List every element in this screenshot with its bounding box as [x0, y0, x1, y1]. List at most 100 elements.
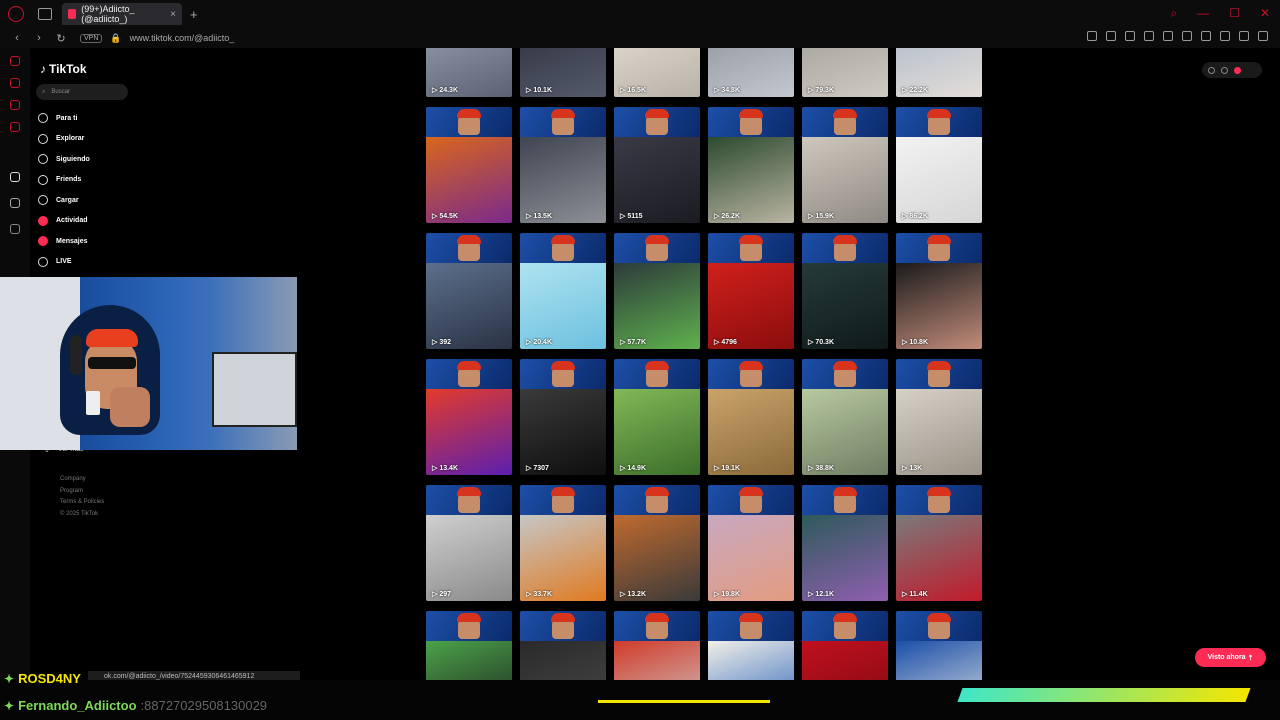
video-thumbnail[interactable]: ▷ 12.1K	[802, 485, 888, 601]
maximize-icon[interactable]: ☐	[1229, 6, 1240, 21]
chat-badge-icon: ✦	[4, 671, 15, 686]
wallet-icon[interactable]	[1220, 31, 1230, 41]
view-count: ▷ 15.9K	[808, 213, 835, 220]
search-input[interactable]: ⌕ Buscar	[36, 84, 128, 100]
forward-icon[interactable]: ›	[34, 32, 44, 44]
device-icon[interactable]	[1221, 66, 1228, 74]
footer-link-program[interactable]: Program	[60, 486, 104, 498]
tiktok-rail-icon[interactable]	[10, 172, 20, 182]
video-thumbnail[interactable]: ▷ 16.5K	[614, 48, 700, 97]
tab-manager-icon[interactable]	[38, 8, 52, 20]
video-thumbnail[interactable]: ▷ 57.7K	[614, 233, 700, 349]
video-thumbnail[interactable]: ▷ 20.4K	[520, 233, 606, 349]
sidebar-item-actividad[interactable]: Actividad	[38, 211, 90, 232]
video-thumbnail[interactable]	[708, 611, 794, 688]
video-thumbnail[interactable]: ▷ 86.2K	[896, 107, 982, 223]
tab-close-icon[interactable]: ×	[170, 9, 176, 20]
footer-link-terms[interactable]: Terms & Policies	[60, 497, 104, 509]
minimize-icon[interactable]: —	[1197, 6, 1209, 21]
settings-icon[interactable]	[1208, 66, 1215, 74]
messenger-icon[interactable]	[10, 78, 20, 88]
video-thumbnail[interactable]: ▷ 54.5K	[426, 107, 512, 223]
video-thumbnail[interactable]: ▷ 297	[426, 485, 512, 601]
video-thumbnail[interactable]: ▷ 19.1K	[708, 359, 794, 475]
video-thumbnail[interactable]	[896, 611, 982, 688]
sidebar-item-siguiendo[interactable]: Siguiendo	[38, 149, 90, 170]
zoom-icon[interactable]	[1087, 31, 1097, 41]
thumbnail-streamer-hair	[833, 487, 857, 496]
video-thumbnail[interactable]	[614, 611, 700, 688]
sidebar-item-friends[interactable]: Friends	[38, 170, 90, 191]
key-icon[interactable]	[1106, 31, 1116, 41]
video-thumbnail[interactable]: ▷ 10.8K	[896, 233, 982, 349]
thumbnail-streamer-hair	[927, 487, 951, 496]
video-thumbnail[interactable]: ▷ 10.1K	[520, 48, 606, 97]
download-icon[interactable]	[1239, 31, 1249, 41]
sidebar-item-label: Siguiendo	[56, 155, 90, 163]
video-thumbnail[interactable]: ▷ 13.4K	[426, 359, 512, 475]
opera-logo-icon[interactable]	[8, 6, 24, 22]
video-thumbnail[interactable]: ▷ 79.3K	[802, 48, 888, 97]
tiktok-logo[interactable]: ♪ TikTok	[40, 62, 87, 76]
mail-icon[interactable]	[10, 122, 20, 132]
video-thumbnail[interactable]: ▷ 22.2K	[896, 48, 982, 97]
sidebar-item-explorar[interactable]: Explorar	[38, 129, 90, 150]
video-thumbnail[interactable]	[520, 611, 606, 688]
view-count: ▷ 392	[432, 339, 452, 346]
view-count: ▷ 19.1K	[714, 465, 741, 472]
play-icon[interactable]	[1182, 31, 1192, 41]
thumbnail-streamer-hair	[739, 487, 763, 496]
sidebar-item-live[interactable]: LIVE	[38, 252, 90, 273]
translate-icon[interactable]	[1163, 31, 1173, 41]
video-thumbnail[interactable]: ▷ 5115	[614, 107, 700, 223]
vpn-badge[interactable]: VPN	[80, 33, 103, 43]
video-thumbnail[interactable]: ▷ 19.8K	[708, 485, 794, 601]
video-thumbnail[interactable]: ▷ 14.9K	[614, 359, 700, 475]
video-thumbnail[interactable]: ▷ 392	[426, 233, 512, 349]
tiktok-note-icon: ♪	[40, 62, 46, 76]
thumbnail-streamer-hair	[833, 613, 857, 622]
screenshot-icon[interactable]	[1125, 31, 1135, 41]
x-icon[interactable]	[10, 198, 20, 208]
close-icon[interactable]: ✕	[1260, 6, 1270, 21]
more-rail-icon[interactable]	[10, 224, 20, 234]
footer-link-company[interactable]: Company	[60, 474, 104, 486]
video-thumbnail[interactable]: ▷ 11.4K	[896, 485, 982, 601]
video-thumbnail[interactable]: ▷ 13K	[896, 359, 982, 475]
chat-line: ✦ ROSD4NY	[4, 671, 81, 686]
sidebar-item-mensajes[interactable]: Mensajes	[38, 231, 90, 252]
avatar[interactable]	[1234, 66, 1241, 74]
video-thumbnail[interactable]: ▷ 38.8K	[802, 359, 888, 475]
thumbnail-scene	[896, 515, 982, 601]
visto-ahora-button[interactable]: Visto ahora ⇡	[1195, 648, 1266, 667]
heart-icon[interactable]	[1201, 31, 1211, 41]
sidebar-item-para-ti[interactable]: Para ti	[38, 108, 90, 129]
menu-icon[interactable]	[1258, 31, 1268, 41]
thumbnail-scene	[426, 263, 512, 349]
video-thumbnail[interactable]: ▷ 7307	[520, 359, 606, 475]
shield-icon[interactable]	[1144, 31, 1154, 41]
sidebar-item-cargar[interactable]: Cargar	[38, 190, 90, 211]
search-icon[interactable]: ⌕	[1170, 6, 1177, 21]
video-thumbnail[interactable]: ▷ 26.2K	[708, 107, 794, 223]
video-thumbnail[interactable]: ▷ 24.3K	[426, 48, 512, 97]
video-thumbnail[interactable]: ▷ 70.3K	[802, 233, 888, 349]
back-icon[interactable]: ‹	[12, 32, 22, 44]
video-thumbnail[interactable]: ▷ 34.8K	[708, 48, 794, 97]
browser-tabbar: (99+)Adiicto_ (@adiicto_) × + ⌕ — ☐ ✕	[0, 0, 1280, 28]
video-thumbnail[interactable]	[802, 611, 888, 688]
video-thumbnail[interactable]: ▷ 4796	[708, 233, 794, 349]
aria-icon[interactable]	[10, 56, 20, 66]
url-field[interactable]: www.tiktok.com/@adiicto_	[130, 33, 235, 43]
video-thumbnail[interactable]: ▷ 13.2K	[614, 485, 700, 601]
video-thumbnail[interactable]: ▷ 13.5K	[520, 107, 606, 223]
new-tab-icon[interactable]: +	[190, 7, 198, 22]
video-thumbnail[interactable]	[426, 611, 512, 688]
player-icon[interactable]	[10, 100, 20, 110]
browser-tab[interactable]: (99+)Adiicto_ (@adiicto_) ×	[62, 3, 182, 25]
view-count: ▷ 70.3K	[808, 339, 835, 346]
live-icon	[38, 256, 48, 267]
video-thumbnail[interactable]: ▷ 15.9K	[802, 107, 888, 223]
reload-icon[interactable]: ↻	[56, 32, 66, 45]
video-thumbnail[interactable]: ▷ 33.7K	[520, 485, 606, 601]
